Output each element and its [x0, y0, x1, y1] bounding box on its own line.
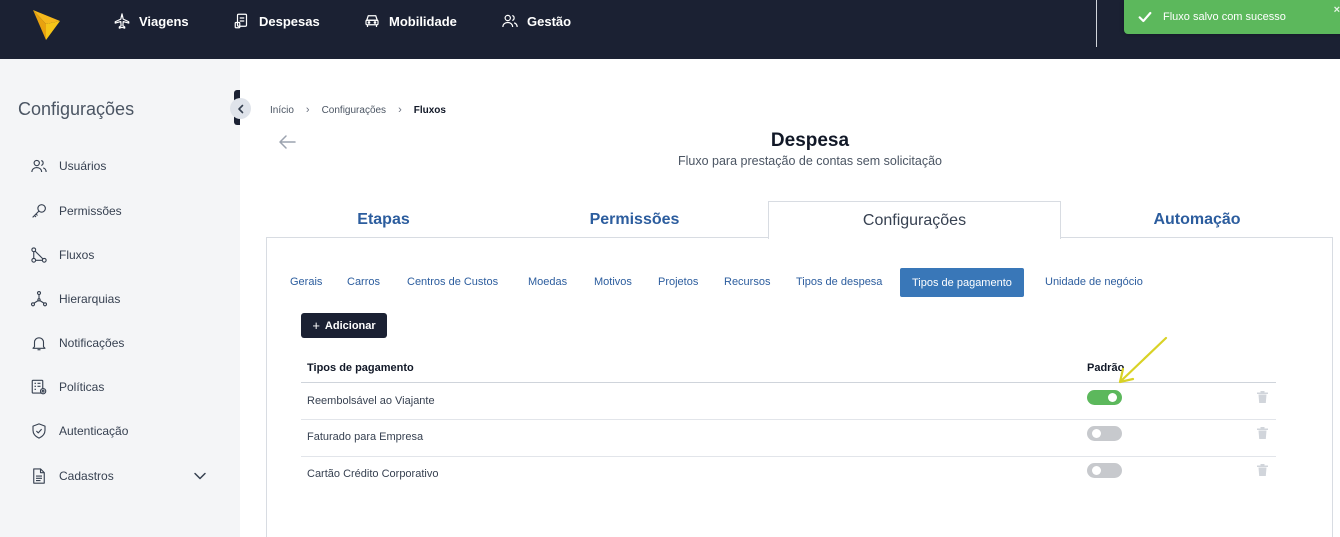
add-button-label: Adicionar	[324, 319, 376, 332]
subtab-unidade-de-negocio[interactable]: Unidade de negócio	[1045, 276, 1143, 288]
sidebar-item-label: Permissões	[59, 204, 122, 218]
trash-icon[interactable]	[1257, 427, 1268, 439]
default-toggle[interactable]	[1087, 390, 1122, 405]
nav-despesas[interactable]: Despesas	[233, 12, 320, 30]
table-row-name: Cartão Crédito Corporativo	[307, 468, 439, 480]
annotation-arrow-icon	[1118, 336, 1168, 384]
sidebar-item-hierarquias[interactable]: Hierarquias	[30, 289, 120, 309]
topbar-divider	[1096, 0, 1097, 47]
key-icon	[32, 204, 46, 218]
nav-viagens[interactable]: Viagens	[113, 12, 189, 30]
chevron-down-icon[interactable]	[193, 469, 207, 483]
breadcrumb-configuracoes[interactable]: Configurações	[322, 105, 386, 116]
column-header-tipos-de-pagamento: Tipos de pagamento	[307, 362, 414, 374]
default-toggle[interactable]	[1087, 426, 1122, 441]
sidebar-item-notificacoes[interactable]: Notificações	[30, 333, 124, 353]
tab-permissoes[interactable]: Permissões	[501, 201, 768, 238]
nav-mobilidade[interactable]: Mobilidade	[363, 12, 457, 30]
table-row-divider	[301, 456, 1276, 457]
nav-gestao[interactable]: Gestão	[501, 12, 571, 30]
document-icon	[33, 468, 45, 484]
breadcrumb-separator: ›	[305, 104, 310, 116]
toggle-knob	[1092, 429, 1101, 438]
subtab-recursos[interactable]: Recursos	[724, 276, 770, 288]
sidebar-item-fluxos[interactable]: Fluxos	[30, 245, 94, 265]
hierarchy-icon	[30, 290, 48, 307]
breadcrumb-inicio[interactable]: Início	[270, 105, 294, 116]
check-icon	[1138, 11, 1152, 23]
subtab-projetos[interactable]: Projetos	[658, 276, 698, 288]
table-row-name: Faturado para Empresa	[307, 431, 424, 443]
page-title: Despesa	[770, 130, 850, 151]
subtab-tipos-de-despesa[interactable]: Tipos de despesa	[796, 276, 882, 288]
subtab-carros[interactable]: Carros	[347, 276, 380, 288]
toast-close-button[interactable]: ×	[1334, 4, 1340, 16]
sidebar-item-permissoes[interactable]: Permissões	[30, 201, 122, 221]
breadcrumb: Início › Configurações › Fluxos	[270, 104, 446, 116]
page-subtitle: Fluxo para prestação de contas sem solic…	[677, 154, 943, 168]
trash-icon[interactable]	[1257, 464, 1268, 476]
nav-label: Mobilidade	[389, 13, 457, 29]
nav-label: Viagens	[139, 13, 189, 29]
default-toggle[interactable]	[1087, 463, 1122, 478]
policy-icon	[31, 379, 47, 395]
tab-configuracoes[interactable]: Configurações	[768, 201, 1061, 239]
car-icon	[365, 15, 379, 27]
toast-message: Fluxo salvo com sucesso	[1163, 11, 1286, 23]
back-arrow-icon[interactable]	[278, 134, 296, 150]
airplane-icon	[114, 13, 130, 29]
sidebar-item-label: Cadastros	[59, 469, 114, 483]
logo-icon[interactable]	[30, 6, 62, 42]
receipt-icon	[234, 13, 248, 29]
users-icon	[31, 159, 47, 173]
sidebar-item-label: Usuários	[59, 159, 107, 173]
shield-icon	[32, 423, 46, 439]
sidebar-item-usuarios[interactable]: Usuários	[30, 156, 106, 176]
bell-icon	[32, 337, 46, 351]
sidebar-item-label: Autenticação	[59, 424, 129, 438]
chevron-left-icon	[237, 104, 243, 113]
sidebar-item-label: Fluxos	[59, 248, 95, 262]
sidebar-title: Configurações	[18, 99, 135, 119]
sidebar-collapse-button[interactable]	[230, 98, 251, 119]
sidebar-item-label: Hierarquias	[59, 292, 121, 306]
breadcrumb-separator: ›	[398, 104, 402, 116]
table-row-divider	[301, 419, 1276, 420]
flow-icon	[31, 247, 47, 263]
plus-icon: +	[312, 318, 320, 333]
tab-automacao[interactable]: Automação	[1061, 201, 1333, 238]
sidebar-item-cadastros[interactable]: Cadastros	[30, 466, 114, 486]
subtab-moedas[interactable]: Moedas	[528, 276, 567, 288]
sidebar-item-label: Notificações	[59, 336, 125, 350]
sidebar-item-politicas[interactable]: Políticas	[30, 377, 104, 397]
success-toast: Fluxo salvo com sucesso ×	[1124, 0, 1340, 34]
subtab-tipos-de-pagamento[interactable]: Tipos de pagamento	[900, 268, 1024, 297]
toggle-knob	[1092, 466, 1101, 475]
nav-label: Gestão	[527, 13, 572, 29]
add-button[interactable]: + Adicionar	[301, 313, 387, 338]
subtab-gerais[interactable]: Gerais	[290, 276, 322, 288]
sidebar-item-autenticacao[interactable]: Autenticação	[30, 421, 128, 441]
breadcrumb-fluxos: Fluxos	[413, 104, 446, 116]
subtab-motivos[interactable]: Motivos	[594, 276, 632, 288]
subtab-centros-de-custos[interactable]: Centros de Custos	[407, 276, 498, 288]
nav-label: Despesas	[259, 13, 320, 29]
users-icon	[502, 14, 518, 28]
toggle-knob	[1108, 393, 1117, 402]
tab-etapas[interactable]: Etapas	[266, 201, 501, 238]
sidebar-item-label: Políticas	[59, 380, 105, 394]
table-row-name: Reembolsável ao Viajante	[307, 395, 435, 407]
trash-icon[interactable]	[1257, 391, 1268, 403]
